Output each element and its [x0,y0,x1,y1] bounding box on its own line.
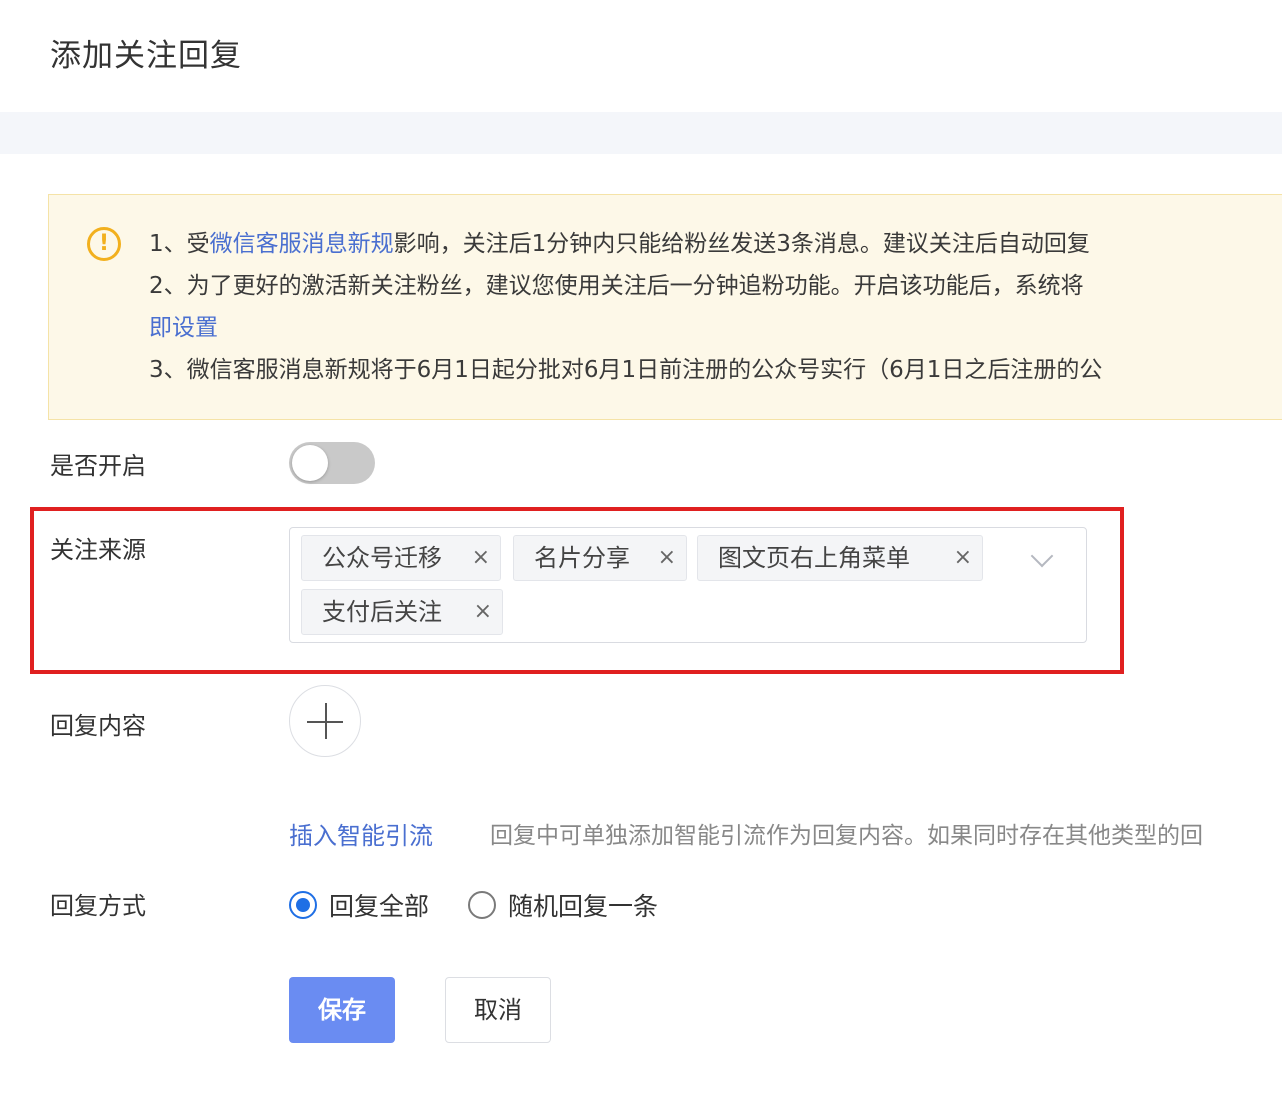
source-tag: 公众号迁移 × [301,535,501,581]
radio-reply-all[interactable] [289,891,317,919]
tag-close-icon[interactable]: × [954,536,972,580]
notice-line-1: 1、受微信客服消息新规影响，关注后1分钟内只能给粉丝发送3条消息。建议关注后自动… [149,223,1282,265]
source-tag-label: 图文页右上角菜单 [718,544,910,572]
source-label: 关注来源 [50,536,146,564]
warning-icon: ! [87,227,121,261]
save-button[interactable]: 保存 [289,977,395,1043]
setup-now-link[interactable]: 即设置 [149,307,1282,349]
notice-box: ! 1、受微信客服消息新规影响，关注后1分钟内只能给粉丝发送3条消息。建议关注后… [48,194,1282,420]
source-tag: 支付后关注 × [301,589,503,635]
radio-random-one[interactable] [468,891,496,919]
source-tag: 图文页右上角菜单 × [697,535,983,581]
notice-line-2: 2、为了更好的激活新关注粉丝，建议您使用关注后一分钟追粉功能。开启该功能后，系统… [149,273,1084,299]
source-tag: 名片分享 × [513,535,687,581]
header-divider-band [0,112,1282,154]
source-multi-select[interactable]: 公众号迁移 × 名片分享 × 图文页右上角菜单 × 支付后关注 × [289,527,1087,643]
tag-close-icon[interactable]: × [472,536,490,580]
insert-hint-text: 回复中可单独添加智能引流作为回复内容。如果同时存在其他类型的回 [490,823,1203,849]
page-header: 添加关注回复 [0,0,1282,112]
add-reply-content-button[interactable] [289,685,361,757]
mode-label: 回复方式 [50,892,146,920]
source-tag-label: 名片分享 [534,544,630,572]
notice-line-1-prefix: 1、受 [149,231,210,257]
tag-close-icon[interactable]: × [658,536,676,580]
cancel-button[interactable]: 取消 [445,977,551,1043]
notice-line-3: 3、微信客服消息新规将于6月1日起分批对6月1日前注册的公众号实行（6月1日之后… [149,357,1103,383]
source-tag-label: 支付后关注 [322,598,442,626]
tag-close-icon[interactable]: × [474,590,492,634]
notice-text: 1、受微信客服消息新规影响，关注后1分钟内只能给粉丝发送3条消息。建议关注后自动… [149,223,1282,391]
chevron-down-icon[interactable] [1030,544,1054,568]
page-title: 添加关注回复 [50,38,242,74]
insert-smart-traffic-link[interactable]: 插入智能引流 [289,816,433,851]
enable-label: 是否开启 [50,452,146,480]
enable-toggle[interactable] [289,442,375,484]
wechat-rules-link[interactable]: 微信客服消息新规 [210,231,394,257]
notice-line-1-suffix: 影响，关注后1分钟内只能给粉丝发送3条消息。建议关注后自动回复 [393,231,1090,257]
radio-random-one-label[interactable]: 随机回复一条 [508,887,658,923]
radio-reply-all-label[interactable]: 回复全部 [329,887,429,923]
content-label: 回复内容 [50,712,146,740]
source-tag-label: 公众号迁移 [322,544,442,572]
toggle-knob [292,445,328,481]
